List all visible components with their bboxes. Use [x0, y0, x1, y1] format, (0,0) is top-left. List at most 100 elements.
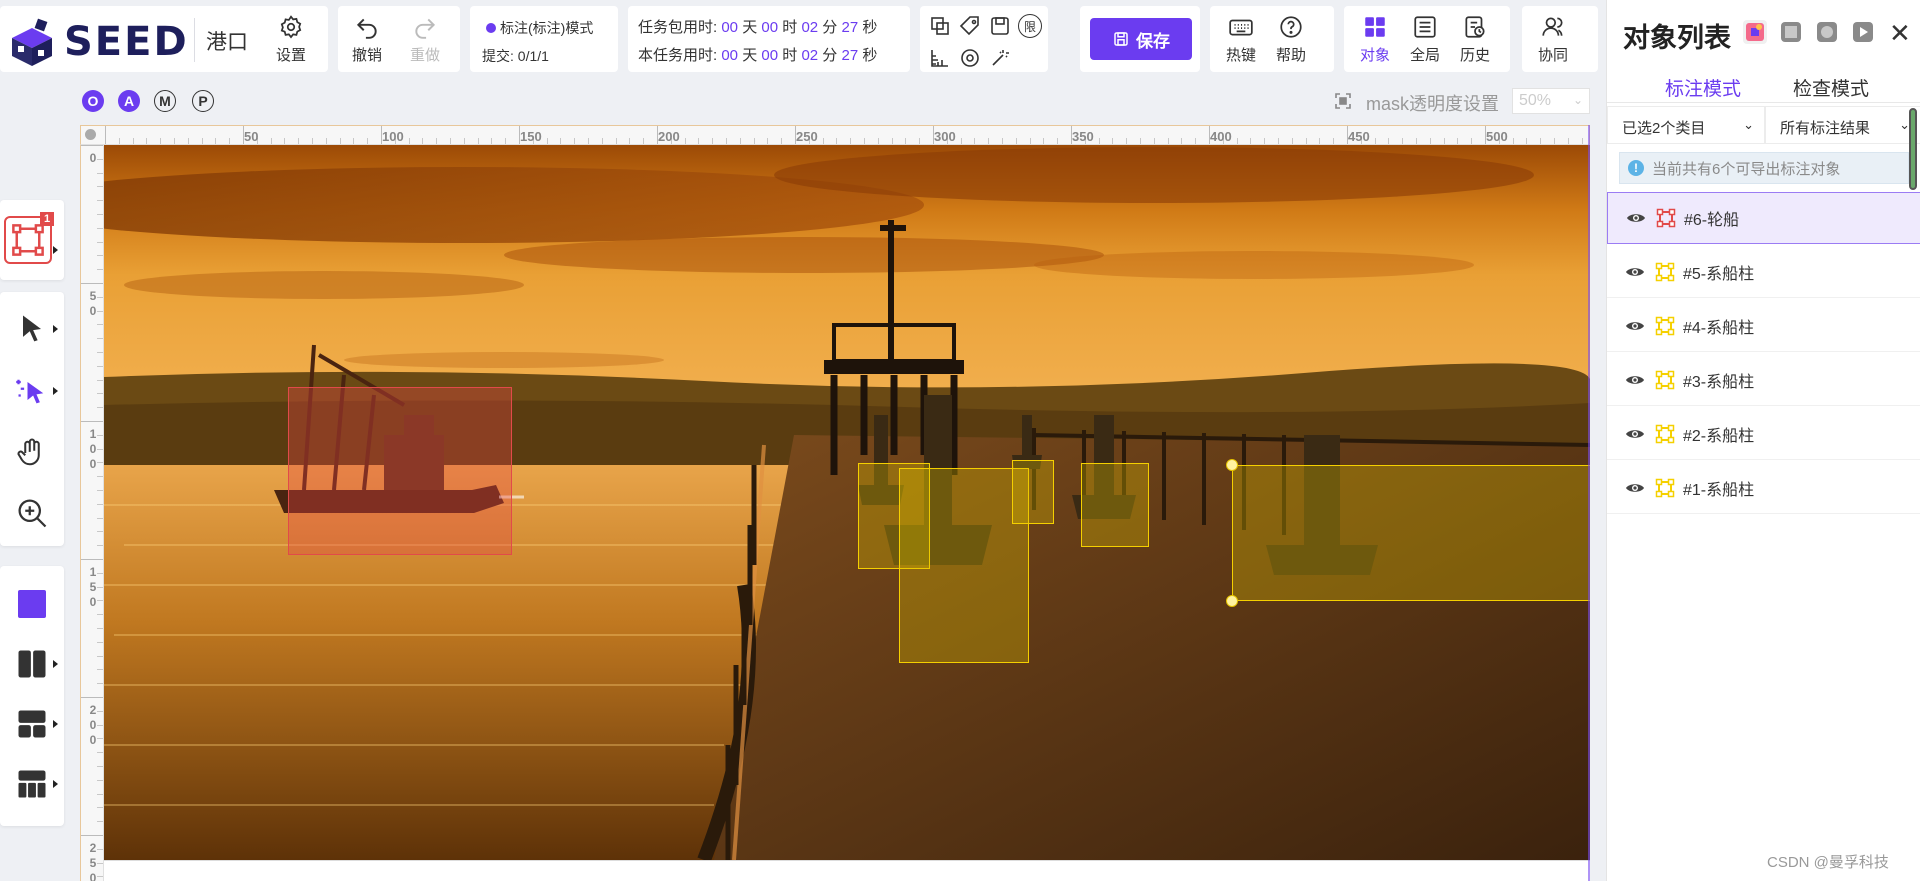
- ruler-tick: [81, 145, 103, 146]
- ruler-icon[interactable]: [928, 46, 952, 70]
- ruler-tick: [574, 138, 576, 144]
- limit-icon[interactable]: 限: [1018, 14, 1042, 38]
- ruler-tick: [1029, 138, 1031, 144]
- ruler-tick: [1167, 138, 1169, 144]
- ruler-tick: [767, 138, 769, 144]
- resize-handle[interactable]: [1226, 459, 1238, 471]
- object-panel-button[interactable]: 对象: [1360, 14, 1390, 65]
- zoom-tool-button[interactable]: [0, 488, 64, 538]
- view-mode-m[interactable]: M: [154, 90, 176, 112]
- help-card: 热键 帮助: [1210, 6, 1334, 72]
- ruler-tick: [1554, 138, 1555, 144]
- object-list-item[interactable]: #5-系船柱: [1607, 246, 1920, 298]
- undo-button[interactable]: 撤销: [352, 14, 382, 65]
- ruler-tick: [1319, 138, 1321, 144]
- panel-scrollbar[interactable]: [1909, 108, 1917, 190]
- view-mode-a[interactable]: A: [118, 90, 140, 112]
- eye-icon[interactable]: [1625, 481, 1645, 495]
- annotation-box-bollard-3[interactable]: [1012, 460, 1054, 524]
- collaborate-button[interactable]: 协同: [1538, 14, 1568, 65]
- help-button[interactable]: 帮助: [1276, 14, 1306, 65]
- settings-button[interactable]: 设置: [276, 14, 306, 65]
- ruler-tick: [97, 614, 103, 616]
- resize-handle[interactable]: [1226, 595, 1238, 607]
- mask-opacity-label: mask透明度设置: [1366, 94, 1500, 114]
- annotation-box-bollard-2[interactable]: [1081, 463, 1149, 547]
- object-list-item[interactable]: #3-系船柱: [1607, 354, 1920, 406]
- annotation-canvas[interactable]: [104, 145, 1590, 860]
- keyboard-icon: [1229, 19, 1253, 36]
- save-small-icon[interactable]: [988, 14, 1012, 38]
- object-list-item[interactable]: #2-系船柱: [1607, 408, 1920, 460]
- global-panel-button[interactable]: 全局: [1410, 14, 1440, 65]
- mask-opacity-select[interactable]: 50% ⌄: [1512, 88, 1590, 114]
- copy-icon[interactable]: [928, 14, 952, 38]
- expand-arrow-icon[interactable]: [53, 780, 58, 788]
- expand-arrow-icon[interactable]: [53, 660, 58, 668]
- ruler-tick: [97, 490, 103, 491]
- tool-badge: 1: [40, 212, 54, 226]
- tab-review-mode[interactable]: 检查模式: [1793, 74, 1869, 101]
- redo-button[interactable]: 重做: [410, 14, 440, 65]
- eye-icon[interactable]: [1625, 319, 1645, 333]
- tag-icon[interactable]: [958, 14, 982, 38]
- save-button[interactable]: 保存: [1090, 18, 1192, 60]
- panel-title: 对象列表: [1623, 23, 1731, 53]
- expand-arrow-icon[interactable]: [53, 720, 58, 728]
- layer-toggle-icon[interactable]: [1779, 20, 1803, 44]
- magic-wand-icon[interactable]: [988, 46, 1012, 70]
- tab-annotation-mode[interactable]: 标注模式: [1665, 74, 1741, 101]
- annotation-box-ship-6[interactable]: [288, 387, 512, 555]
- fit-screen-icon[interactable]: [1334, 92, 1352, 110]
- ruler-tick: [97, 807, 103, 809]
- mask-glyph: [1817, 22, 1837, 42]
- close-icon[interactable]: ✕: [1889, 18, 1911, 49]
- layout-grid-button[interactable]: [0, 760, 64, 808]
- expand-arrow-icon[interactable]: [53, 325, 58, 333]
- layout-columns-icon: [18, 650, 46, 678]
- annotation-box-bollard-4[interactable]: [899, 468, 1029, 663]
- result-filter-select[interactable]: 所有标注结果 ⌄: [1765, 106, 1920, 144]
- ruler-tick: [97, 241, 103, 243]
- hotkey-button[interactable]: 热键: [1226, 14, 1256, 65]
- color-palette-icon[interactable]: [1743, 20, 1767, 44]
- object-list-item[interactable]: #1-系船柱: [1607, 462, 1920, 514]
- rect-tool-button[interactable]: 1: [0, 212, 64, 268]
- ruler-tick: [408, 138, 410, 144]
- eye-icon[interactable]: [1625, 373, 1645, 387]
- ruler-tick: [891, 138, 893, 144]
- expand-arrow-icon[interactable]: [53, 387, 58, 395]
- layout-top-button[interactable]: [0, 700, 64, 748]
- history-panel-button[interactable]: 历史: [1460, 14, 1490, 65]
- mask-toggle-icon[interactable]: [1815, 20, 1839, 44]
- object-list-item[interactable]: #4-系船柱: [1607, 300, 1920, 352]
- select-tool-button[interactable]: [0, 304, 64, 354]
- ruler-tick: [477, 138, 479, 144]
- ruler-tick: [97, 655, 103, 657]
- object-list-item[interactable]: #6-轮船: [1607, 192, 1920, 244]
- help-icon: [1280, 16, 1302, 38]
- eye-icon[interactable]: [1625, 265, 1645, 279]
- annotation-box-bollard-1[interactable]: [1232, 465, 1590, 601]
- project-name: 港口: [206, 31, 248, 54]
- pan-tool-button[interactable]: [0, 428, 64, 478]
- color-swatch-button[interactable]: [0, 580, 64, 628]
- target-icon[interactable]: [958, 46, 982, 70]
- ruler-tick: [1015, 138, 1017, 144]
- ruler-tick: [739, 138, 741, 144]
- eye-icon[interactable]: [1626, 211, 1646, 225]
- playback-icon[interactable]: [1851, 20, 1875, 44]
- category-filter-select[interactable]: 已选2个类目 ⌄: [1607, 106, 1765, 144]
- expand-arrow-icon[interactable]: [53, 246, 58, 254]
- object-label: #1-系船柱: [1683, 481, 1755, 499]
- ruler-tick: [97, 379, 103, 381]
- eye-icon[interactable]: [1625, 427, 1645, 441]
- smart-select-tool-button[interactable]: [0, 366, 64, 416]
- view-mode-p[interactable]: P: [192, 90, 214, 112]
- ruler-tick: [174, 138, 175, 144]
- layout-split-button[interactable]: [0, 640, 64, 688]
- ruler-label: 100: [89, 427, 97, 471]
- view-mode-o[interactable]: O: [82, 90, 104, 112]
- ruler-tick: [97, 628, 103, 629]
- collaborate-label: 协同: [1538, 47, 1569, 64]
